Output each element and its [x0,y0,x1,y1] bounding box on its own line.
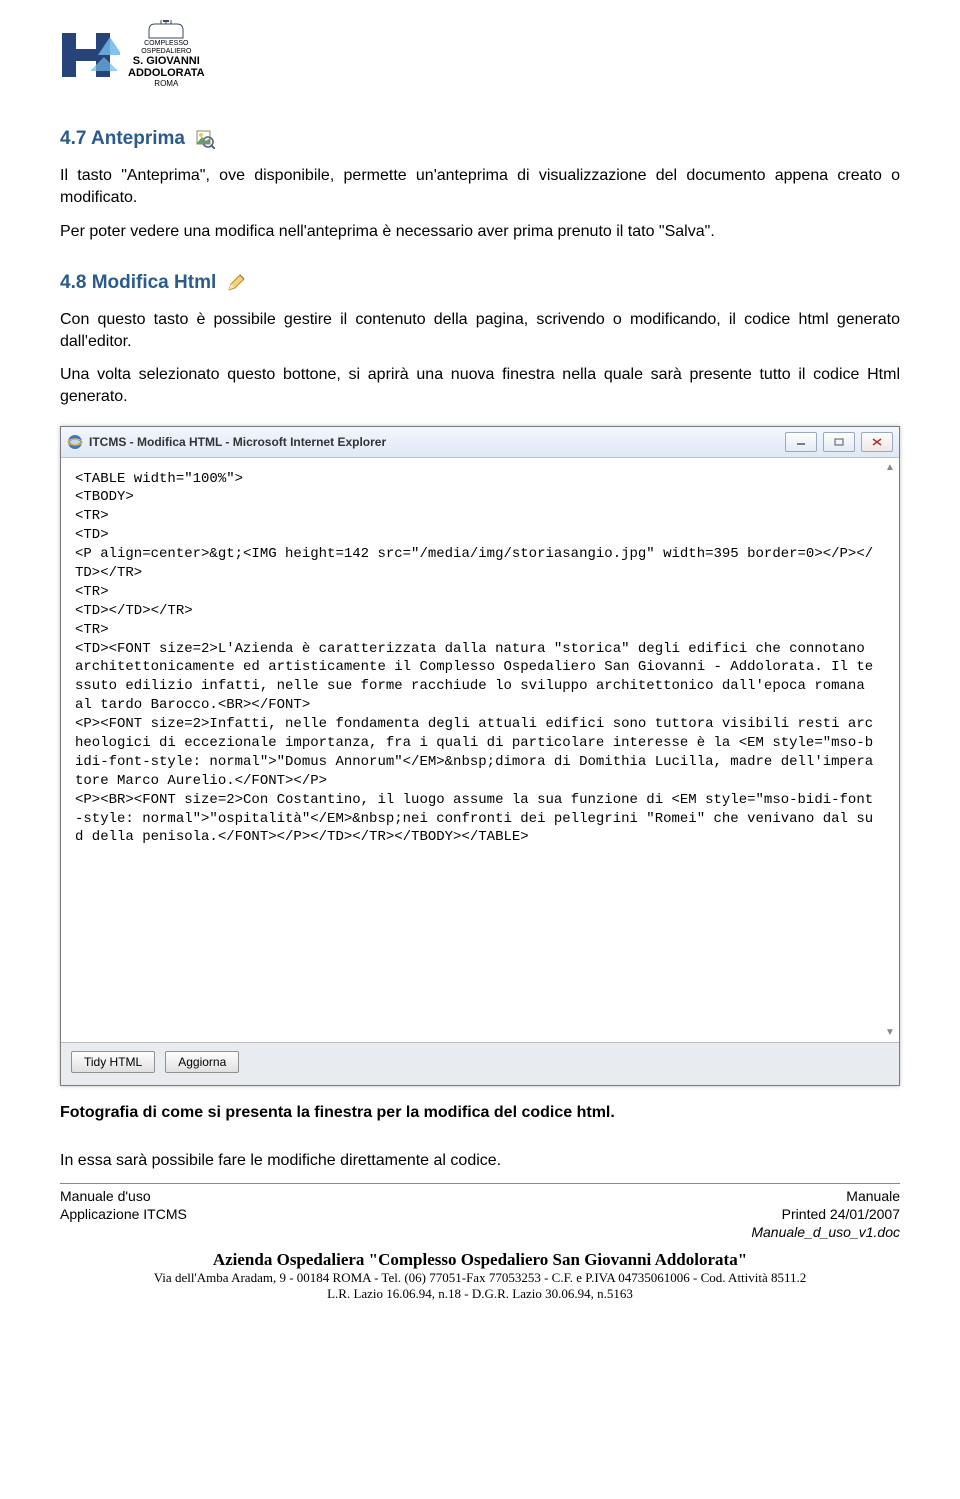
footer-left-1: Manuale d'uso [60,1187,187,1205]
ie-bottombar: Tidy HTML Aggiorna [61,1042,899,1085]
ie-titlebar: ITCMS - Modifica HTML - Microsoft Intern… [61,427,899,458]
heading-4-7: 4.7 Anteprima [60,128,900,150]
para-4-8-1: Con questo tasto è possibile gestire il … [60,309,900,352]
org-logo: COMPLESSO OSPEDALIERO S. GIOVANNI ADDOLO… [60,20,900,88]
footer-right-1: Manuale [751,1187,900,1205]
para-4-7-1: Il tasto "Anteprima", ove disponibile, p… [60,165,900,208]
heading-4-8-text: 4.8 Modifica Html [60,272,216,294]
ie-window: ITCMS - Modifica HTML - Microsoft Intern… [60,426,900,1086]
maximize-button[interactable] [823,432,855,452]
scroll-up-icon[interactable]: ▲ [883,462,897,473]
refresh-button[interactable]: Aggiorna [165,1051,239,1073]
para-4-7-2: Per poter vedere una modifica nell'antep… [60,221,900,243]
scroll-down-icon[interactable]: ▼ [883,1027,897,1038]
window-controls [785,432,893,452]
logo-text: COMPLESSO OSPEDALIERO S. GIOVANNI ADDOLO… [128,20,205,88]
footer-left-2: Applicazione ITCMS [60,1205,187,1223]
para-4-8-2: Una volta selezionato questo bottone, si… [60,364,900,407]
heading-4-7-text: 4.7 Anteprima [60,128,185,150]
preview-icon [195,129,215,149]
closing-para: In essa sarà possibile fare le modifiche… [60,1150,900,1172]
tidy-html-button[interactable]: Tidy HTML [71,1051,155,1073]
pencil-icon [226,273,246,293]
footer-right: Manuale Printed 24/01/2007 Manuale_d_uso… [751,1187,900,1242]
footer-right-2: Printed 24/01/2007 [751,1205,900,1223]
logo-mark-icon [60,27,120,82]
footer-org: Azienda Ospedaliera "Complesso Ospedalie… [60,1250,900,1302]
footer-left: Manuale d'uso Applicazione ITCMS [60,1187,187,1242]
footer-org-addr: Via dell'Amba Aradam, 9 - 00184 ROMA - T… [60,1270,900,1286]
footer-meta: Manuale d'uso Applicazione ITCMS Manuale… [60,1183,900,1242]
ie-window-title: ITCMS - Modifica HTML - Microsoft Intern… [89,435,785,449]
footer-org-name: Azienda Ospedaliera "Complesso Ospedalie… [60,1250,900,1270]
footer-right-3: Manuale_d_uso_v1.doc [751,1223,900,1241]
close-button[interactable] [861,432,893,452]
html-source-textarea[interactable]: <TABLE width="100%"> <TBODY> <TR> <TD> <… [61,458,899,1042]
figure-caption: Fotografia di come si presenta la finest… [60,1104,900,1122]
scrollbar[interactable]: ▲ ▼ [883,462,897,1038]
heading-4-8: 4.8 Modifica Html [60,272,900,294]
minimize-button[interactable] [785,432,817,452]
footer-org-law: L.R. Lazio 16.06.94, n.18 - D.G.R. Lazio… [60,1286,900,1302]
ie-favicon-icon [67,434,83,450]
